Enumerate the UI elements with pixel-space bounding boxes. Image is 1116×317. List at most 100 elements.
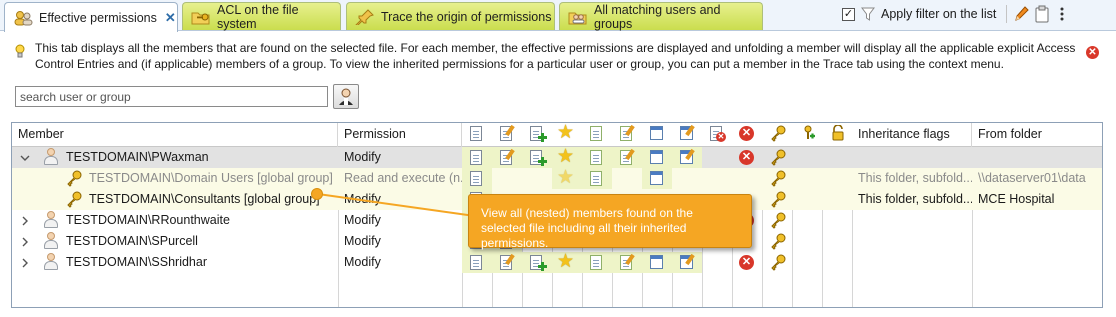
append-data-icon xyxy=(522,147,552,168)
read-extended-attributes-icon xyxy=(642,147,672,168)
callout-text: View all (nested) members found on the s… xyxy=(481,206,693,250)
read-permissions-icon[interactable] xyxy=(762,123,792,144)
tab-acl-file-system[interactable]: ACL on the file system xyxy=(182,2,341,31)
full-control-icon: ★ xyxy=(552,146,582,168)
tab-trace-origin[interactable]: Trace the origin of permissions xyxy=(346,2,555,30)
folder-key-icon xyxy=(191,9,211,25)
read-extended-attributes-icon xyxy=(642,168,672,189)
callout-anchor-dot xyxy=(311,188,323,200)
take-ownership-icon[interactable] xyxy=(822,123,852,144)
append-data-icon[interactable] xyxy=(522,123,552,144)
table-row[interactable]: TESTDOMAIN\SShridhar Modify ★ ✕ xyxy=(12,251,1102,273)
full-control-icon: ★ xyxy=(552,251,582,273)
toolbar: ✓ Apply filter on the list xyxy=(842,3,1069,25)
write-extended-attributes-icon[interactable] xyxy=(672,123,702,144)
member-name: TESTDOMAIN\Consultants [global group] xyxy=(89,192,320,206)
member-name: TESTDOMAIN\RRounthwaite xyxy=(66,213,230,227)
delete-icon: ✕ xyxy=(732,252,762,273)
read-attributes-icon xyxy=(582,252,612,273)
tab-effective-permissions[interactable]: Effective permissions ✕ xyxy=(4,2,178,32)
info-text: This tab displays all the members that a… xyxy=(35,41,1076,71)
key-icon xyxy=(762,147,792,168)
write-extended-attributes-icon xyxy=(672,252,702,273)
write-attributes-icon[interactable] xyxy=(612,123,642,144)
key-icon xyxy=(67,170,82,187)
folder-users-icon xyxy=(568,9,588,25)
read-data-icon[interactable] xyxy=(462,123,492,144)
inheritance-flags-value: This folder, subfold... xyxy=(858,192,972,206)
permission-value: Modify xyxy=(344,234,381,248)
from-folder-value: MCE Hospital xyxy=(978,192,1055,206)
tab-label: Effective permissions xyxy=(39,10,157,25)
key-icon xyxy=(67,191,82,208)
lightbulb-icon xyxy=(15,44,25,58)
write-attributes-icon xyxy=(612,147,642,168)
apply-filter-label[interactable]: Apply filter on the list xyxy=(881,7,996,21)
chevron-right-icon[interactable] xyxy=(20,237,30,247)
member-name: TESTDOMAIN\PWaxman xyxy=(66,150,209,164)
user-search-icon xyxy=(339,88,353,105)
permission-value: Modify xyxy=(344,213,381,227)
write-extended-attributes-icon xyxy=(672,147,702,168)
toolbar-divider xyxy=(1006,5,1008,23)
read-data-icon xyxy=(462,252,492,273)
key-icon xyxy=(762,168,792,189)
from-folder-value xyxy=(972,147,1102,168)
read-attributes-icon xyxy=(582,147,612,168)
member-column-header[interactable]: Member xyxy=(12,123,338,147)
tab-label: ACL on the file system xyxy=(217,2,299,31)
table-header: Member Permission ★ ✕ ✕ Inheritance flag… xyxy=(12,123,1102,147)
pencil-icon[interactable] xyxy=(1013,5,1030,23)
delete-icon[interactable]: ✕ xyxy=(732,123,762,144)
apply-filter-checkbox[interactable]: ✓ xyxy=(842,7,855,21)
more-icon[interactable] xyxy=(1055,5,1069,23)
close-icon[interactable]: ✕ xyxy=(165,10,176,26)
read-extended-attributes-icon xyxy=(642,252,672,273)
user-icon xyxy=(43,253,59,271)
read-attributes-icon xyxy=(582,168,612,189)
key-icon xyxy=(762,231,792,252)
clipboard-icon[interactable] xyxy=(1035,5,1049,23)
chevron-right-icon[interactable] xyxy=(20,258,30,268)
funnel-icon xyxy=(861,6,875,22)
inheritance-flags-value: This folder, subfold... xyxy=(858,171,972,185)
full-control-icon[interactable]: ★ xyxy=(552,123,582,144)
pin-icon xyxy=(355,8,375,27)
users-icon xyxy=(13,10,33,26)
select-user-button[interactable] xyxy=(333,84,359,109)
from-folder-column-header[interactable]: From folder xyxy=(972,123,1102,147)
write-attributes-icon xyxy=(612,252,642,273)
read-attributes-icon[interactable] xyxy=(582,123,612,144)
chevron-down-icon[interactable] xyxy=(20,153,30,163)
write-data-icon xyxy=(492,147,522,168)
from-folder-value: \\dataserver01\data xyxy=(978,171,1086,185)
permission-value: Read and execute (n... xyxy=(344,171,462,185)
search-input[interactable] xyxy=(15,86,328,107)
member-name: TESTDOMAIN\SShridhar xyxy=(66,255,208,269)
write-data-icon[interactable] xyxy=(492,123,522,144)
key-icon xyxy=(762,189,792,210)
append-data-icon xyxy=(522,252,552,273)
read-data-icon xyxy=(462,168,492,189)
key-icon xyxy=(762,210,792,231)
table-row[interactable]: TESTDOMAIN\PWaxman Modify ★ ✕ xyxy=(12,146,1102,168)
key-icon xyxy=(762,252,792,273)
tab-bar: Effective permissions ✕ ACL on the file … xyxy=(0,0,1116,32)
info-message: This tab displays all the members that a… xyxy=(13,40,1083,72)
read-extended-attributes-icon[interactable] xyxy=(642,123,672,144)
table-row[interactable]: TESTDOMAIN\Domain Users [global group] R… xyxy=(12,167,1102,189)
close-info-button[interactable]: ✕ xyxy=(1086,46,1099,59)
member-name: TESTDOMAIN\SPurcell xyxy=(66,234,198,248)
write-data-icon xyxy=(492,252,522,273)
delete-subfolders-icon[interactable]: ✕ xyxy=(702,123,732,144)
tab-all-matching-users[interactable]: All matching users and groups xyxy=(559,2,763,31)
member-name: TESTDOMAIN\Domain Users [global group] xyxy=(89,171,333,185)
change-permissions-icon[interactable] xyxy=(792,123,822,144)
permission-column-header[interactable]: Permission xyxy=(338,123,462,147)
chevron-right-icon[interactable] xyxy=(20,216,30,226)
tab-label: All matching users and groups xyxy=(594,2,721,31)
tab-label: Trace the origin of permissions xyxy=(381,9,552,24)
permission-value: Modify xyxy=(344,255,381,269)
inheritance-flags-column-header[interactable]: Inheritance flags xyxy=(852,123,972,147)
user-icon xyxy=(43,232,59,250)
